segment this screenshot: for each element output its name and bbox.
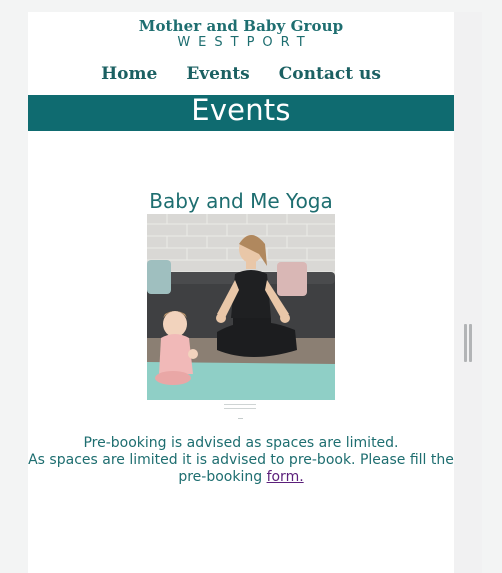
page-container: Mother and Baby Group WESTPORT Home Even…	[28, 12, 454, 573]
event-booking-text: As spaces are limited it is advised to p…	[28, 452, 454, 486]
site-logo[interactable]: Mother and Baby Group WESTPORT	[28, 17, 454, 51]
nav-contact-link[interactable]: Contact us	[279, 63, 381, 85]
scrollbar[interactable]	[454, 12, 482, 573]
site-location: WESTPORT	[177, 35, 313, 50]
main-nav: Home Events Contact us	[28, 63, 454, 85]
site-name: Mother and Baby Group	[138, 17, 344, 35]
scrollbar-grip[interactable]	[464, 324, 472, 362]
image-divider	[224, 404, 256, 409]
event-description: Pre-booking is advised as spaces are lim…	[28, 435, 454, 486]
nav-events-link[interactable]: Events	[186, 63, 249, 85]
event-title: Baby and Me Yoga	[149, 189, 333, 213]
page-banner: Events	[28, 95, 454, 131]
nav-home-link[interactable]: Home	[101, 63, 157, 85]
booking-form-link[interactable]: form.	[267, 469, 304, 485]
page-title: Events	[191, 93, 291, 127]
event-booking-copy: As spaces are limited it is advised to p…	[28, 452, 454, 485]
image-caption-mark	[238, 418, 243, 419]
yoga-illustration	[147, 214, 335, 400]
event-notice: Pre-booking is advised as spaces are lim…	[83, 435, 399, 451]
event-image	[147, 214, 335, 400]
